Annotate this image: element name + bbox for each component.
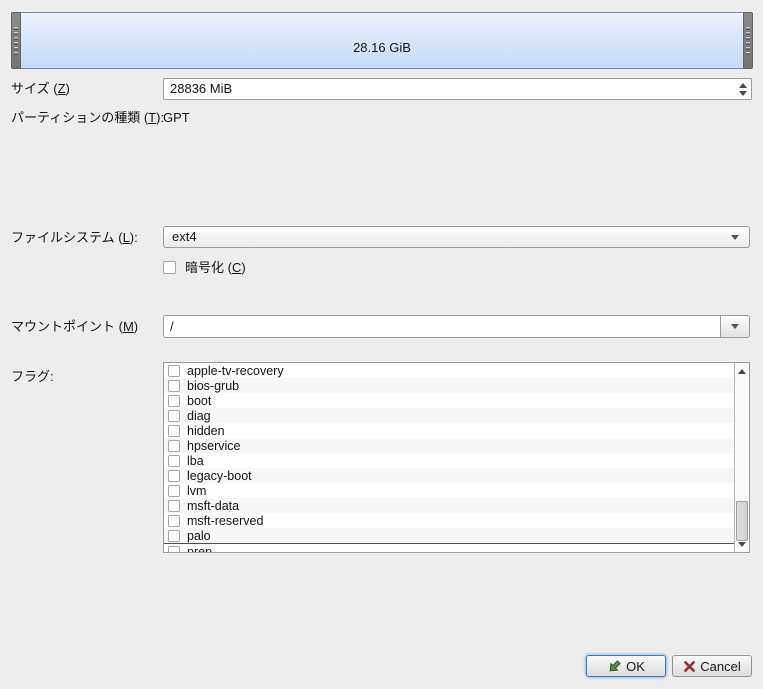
flag-checkbox[interactable]	[168, 395, 180, 407]
flag-row-hpservice[interactable]: hpservice	[164, 438, 734, 453]
mount-point-input[interactable]: /	[163, 315, 720, 338]
encrypt-label[interactable]: 暗号化 (C)	[185, 260, 246, 276]
scrollbar-thumb[interactable]	[736, 501, 748, 541]
flag-row-msft-data[interactable]: msft-data	[164, 498, 734, 513]
flag-row-hidden[interactable]: hidden	[164, 423, 734, 438]
size-label: サイズ (Z)	[11, 81, 70, 97]
flag-checkbox[interactable]	[168, 380, 180, 392]
filesystem-label: ファイルシステム (L):	[11, 230, 138, 246]
flag-row-prep[interactable]: prep	[164, 543, 734, 553]
mount-point-value: /	[164, 318, 174, 336]
cancel-red-x-icon	[683, 660, 696, 673]
flags-label: フラグ:	[11, 369, 54, 385]
size-spinbox-value: 28836 MiB	[164, 80, 232, 98]
resize-handle-right[interactable]	[743, 12, 753, 69]
partition-edit-dialog: { "partition_bar": { "size_text": "28.16…	[0, 0, 763, 689]
partition-size-bar-fill[interactable]: 28.16 GiB	[21, 12, 743, 69]
flags-list: apple-tv-recovery bios-grub boot diag hi…	[163, 362, 750, 553]
flag-row-lba[interactable]: lba	[164, 453, 734, 468]
flag-checkbox[interactable]	[168, 425, 180, 437]
encrypt-checkbox[interactable]	[163, 261, 176, 274]
filesystem-combobox[interactable]: ext4	[163, 226, 750, 248]
flag-row-apple-tv-recovery[interactable]: apple-tv-recovery	[164, 363, 734, 378]
flag-row-boot[interactable]: boot	[164, 393, 734, 408]
flag-checkbox[interactable]	[168, 546, 180, 554]
flag-checkbox[interactable]	[168, 410, 180, 422]
flag-checkbox[interactable]	[168, 440, 180, 452]
mount-point-label: マウントポイント (M)	[11, 319, 138, 335]
flag-checkbox[interactable]	[168, 515, 180, 527]
chevron-down-icon	[731, 235, 739, 240]
flags-rows: apple-tv-recovery bios-grub boot diag hi…	[164, 363, 734, 553]
cancel-button-label: Cancel	[700, 659, 740, 674]
scroll-down-icon[interactable]	[738, 542, 746, 547]
flags-scrollbar[interactable]	[734, 363, 749, 552]
chevron-down-icon	[731, 324, 739, 329]
ok-button[interactable]: OK	[586, 655, 666, 677]
size-spinbox-steppers[interactable]	[735, 79, 751, 99]
flag-checkbox[interactable]	[168, 470, 180, 482]
grip-dots-icon	[14, 27, 18, 55]
cancel-button[interactable]: Cancel	[672, 655, 752, 677]
flag-checkbox[interactable]	[168, 485, 180, 497]
spin-up-icon[interactable]	[739, 83, 747, 88]
flag-row-legacy-boot[interactable]: legacy-boot	[164, 468, 734, 483]
flag-row-palo[interactable]: palo	[164, 528, 734, 543]
flag-checkbox[interactable]	[168, 455, 180, 467]
size-spinbox[interactable]: 28836 MiB	[163, 78, 752, 100]
flag-row-bios-grub[interactable]: bios-grub	[164, 378, 734, 393]
flag-row-msft-reserved[interactable]: msft-reserved	[164, 513, 734, 528]
spin-down-icon[interactable]	[739, 91, 747, 96]
resize-handle-left[interactable]	[11, 12, 21, 69]
mount-point-combo: /	[163, 315, 750, 338]
partition-type-label: パーティションの種類 (T):	[11, 110, 164, 126]
flag-row-lvm[interactable]: lvm	[164, 483, 734, 498]
flag-row-diag[interactable]: diag	[164, 408, 734, 423]
partition-type-value: GPT	[163, 110, 190, 126]
flag-checkbox[interactable]	[168, 365, 180, 377]
ok-green-arrow-icon	[607, 659, 622, 674]
flag-checkbox[interactable]	[168, 530, 180, 542]
flag-checkbox[interactable]	[168, 500, 180, 512]
grip-dots-icon	[746, 27, 750, 55]
ok-button-label: OK	[626, 659, 645, 674]
partition-size-text: 28.16 GiB	[353, 40, 411, 55]
partition-size-bar: 28.16 GiB	[11, 12, 753, 69]
scroll-up-icon[interactable]	[738, 369, 746, 374]
mount-point-dropdown-button[interactable]	[720, 315, 750, 338]
filesystem-combobox-value: ext4	[164, 228, 197, 246]
